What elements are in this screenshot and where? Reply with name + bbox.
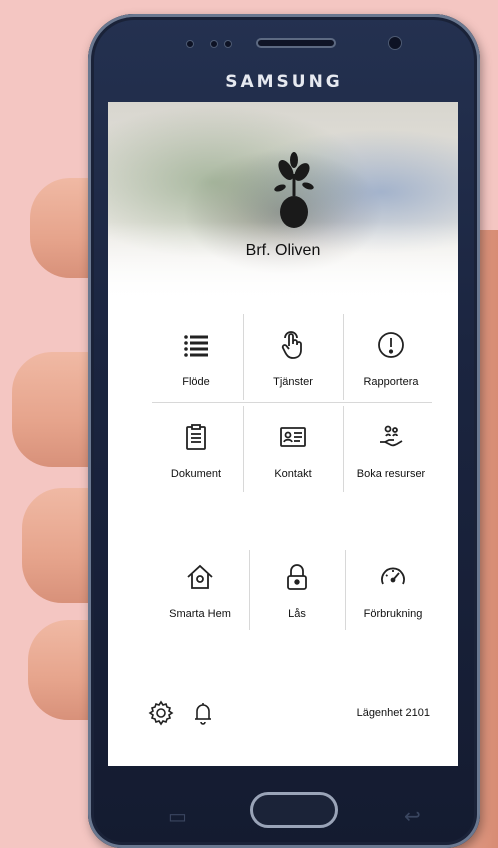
sensor-dot xyxy=(186,40,194,48)
tile-dokument[interactable]: Dokument xyxy=(148,408,244,498)
front-camera xyxy=(388,36,402,50)
tile-rapportera[interactable]: Rapportera xyxy=(343,316,439,406)
touch-icon xyxy=(281,331,302,359)
tile-label: Lås xyxy=(288,608,306,620)
device-brand: SAMSUNG xyxy=(225,72,343,92)
tile-label: Rapportera xyxy=(363,376,419,388)
recent-apps-key[interactable]: ▭ xyxy=(168,804,187,829)
tile-label: Förbrukning xyxy=(363,608,423,620)
gauge-icon xyxy=(381,567,405,585)
list-icon xyxy=(184,335,208,357)
sensor-dot xyxy=(224,40,232,48)
lock-icon xyxy=(287,564,307,590)
tile-las[interactable]: Lås xyxy=(249,548,345,638)
tile-label: Smarta Hem xyxy=(169,608,231,620)
gear-icon[interactable] xyxy=(148,700,174,726)
tile-label: Kontakt xyxy=(274,468,312,480)
tile-label: Boka resurser xyxy=(356,468,426,480)
tile-tjanster[interactable]: Tjänster xyxy=(245,316,341,406)
tile-flode[interactable]: Flöde xyxy=(148,316,244,406)
tile-kontakt[interactable]: Kontakt xyxy=(245,408,341,498)
tile-label: Flöde xyxy=(182,376,210,388)
earpiece xyxy=(256,38,336,48)
clipboard-icon xyxy=(186,424,206,450)
alert-icon xyxy=(378,332,404,358)
sensor-dot xyxy=(210,40,218,48)
app-screen: Brf. Oliven Flöde Tjänster Rapportera Do… xyxy=(108,102,458,766)
tile-forbrukning[interactable]: Förbrukning xyxy=(345,548,441,638)
bell-icon[interactable] xyxy=(190,700,216,726)
olive-logo xyxy=(274,152,314,228)
tile-label: Dokument xyxy=(170,468,222,480)
tile-smarta-hem[interactable]: Smarta Hem xyxy=(152,548,248,638)
tile-label: Tjänster xyxy=(273,376,313,388)
apartment-label[interactable]: Lägenhet 2101 xyxy=(357,707,430,719)
org-name: Brf. Oliven xyxy=(245,242,321,259)
hand-people-icon xyxy=(380,425,403,447)
home-button[interactable] xyxy=(250,792,338,828)
contact-card-icon xyxy=(280,427,306,447)
back-key[interactable]: ↩ xyxy=(404,804,421,829)
home-icon xyxy=(187,564,213,589)
tile-boka-resurser[interactable]: Boka resurser xyxy=(343,408,439,498)
